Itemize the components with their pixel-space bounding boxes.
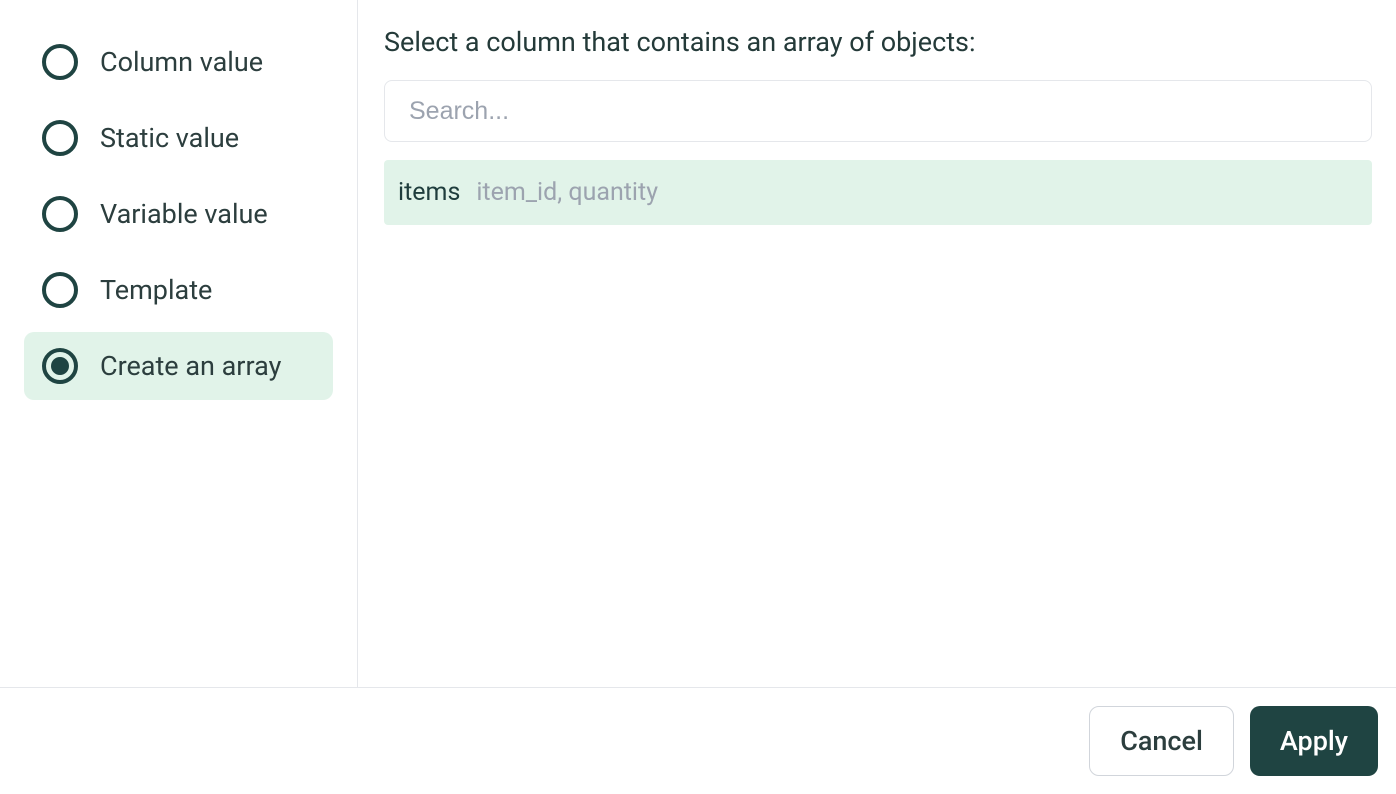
search-input[interactable] bbox=[384, 80, 1372, 142]
radio-option-column-value[interactable]: Column value bbox=[24, 28, 333, 96]
footer: Cancel Apply bbox=[0, 687, 1396, 794]
radio-icon bbox=[42, 44, 78, 80]
cancel-button[interactable]: Cancel bbox=[1089, 706, 1234, 776]
radio-option-static-value[interactable]: Static value bbox=[24, 104, 333, 172]
main-area: Column value Static value Variable value… bbox=[0, 0, 1396, 687]
sidebar: Column value Static value Variable value… bbox=[0, 0, 358, 687]
radio-icon bbox=[42, 272, 78, 308]
content-heading: Select a column that contains an array o… bbox=[384, 26, 1372, 58]
content-panel: Select a column that contains an array o… bbox=[358, 0, 1396, 687]
radio-label: Create an array bbox=[100, 350, 281, 382]
apply-button[interactable]: Apply bbox=[1250, 706, 1378, 776]
radio-icon bbox=[42, 348, 78, 384]
radio-option-variable-value[interactable]: Variable value bbox=[24, 180, 333, 248]
column-row-items[interactable]: items item_id, quantity bbox=[384, 160, 1372, 225]
column-name: items bbox=[398, 178, 460, 207]
radio-icon bbox=[42, 120, 78, 156]
radio-option-create-array[interactable]: Create an array bbox=[24, 332, 333, 400]
radio-icon bbox=[42, 196, 78, 232]
radio-option-template[interactable]: Template bbox=[24, 256, 333, 324]
radio-label: Static value bbox=[100, 122, 239, 154]
column-fields: item_id, quantity bbox=[476, 178, 658, 207]
radio-label: Variable value bbox=[100, 198, 268, 230]
radio-label: Column value bbox=[100, 46, 263, 78]
radio-label: Template bbox=[100, 274, 212, 306]
